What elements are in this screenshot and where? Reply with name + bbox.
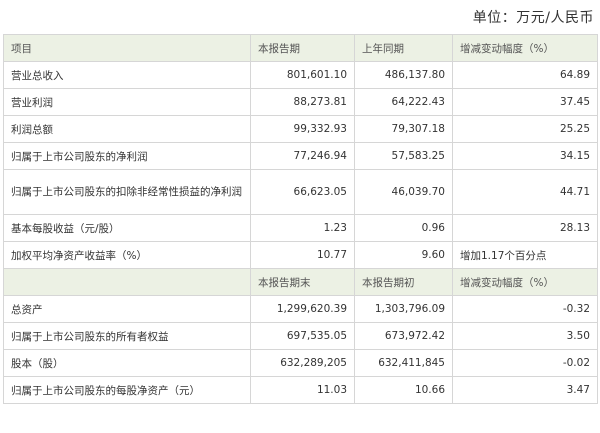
table-row: 归属于上市公司股东的扣除非经常性损益的净利润 66,623.05 46,039.…: [3, 169, 598, 215]
header-change-percent: 增减变动幅度（%）: [452, 34, 598, 62]
cell-current: 66,623.05: [250, 169, 355, 215]
table-row: 营业总收入 801,601.10 486,137.80 64.89: [3, 61, 598, 89]
cell-change: 34.15: [452, 142, 598, 170]
cell-prior: 46,039.70: [354, 169, 453, 215]
table-row: 归属于上市公司股东的净利润 77,246.94 57,583.25 34.15: [3, 142, 598, 170]
cell-current: 99,332.93: [250, 115, 355, 143]
cell-change: 28.13: [452, 214, 598, 242]
cell-change: 25.25: [452, 115, 598, 143]
row-label: 归属于上市公司股东的扣除非经常性损益的净利润: [3, 169, 251, 215]
cell-prior: 486,137.80: [354, 61, 453, 89]
table-row: 加权平均净资产收益率（%） 10.77 9.60 增加1.17个百分点: [3, 241, 598, 269]
cell-current: 77,246.94: [250, 142, 355, 170]
table-header-row: 项目 本报告期 上年同期 增减变动幅度（%）: [3, 34, 598, 62]
table-row: 营业利润 88,273.81 64,222.43 37.45: [3, 88, 598, 116]
row-label: 营业总收入: [3, 61, 251, 89]
subheader-blank: [3, 268, 251, 296]
cell-period-start: 1,303,796.09: [354, 295, 453, 323]
row-label: 加权平均净资产收益率（%）: [3, 241, 251, 269]
cell-current: 801,601.10: [250, 61, 355, 89]
cell-prior: 79,307.18: [354, 115, 453, 143]
financial-summary-table: 项目 本报告期 上年同期 增减变动幅度（%） 营业总收入 801,601.10 …: [3, 34, 598, 404]
row-label: 归属于上市公司股东的每股净资产（元）: [3, 376, 251, 404]
table-subheader-row: 本报告期末 本报告期初 增减变动幅度（%）: [3, 268, 598, 296]
cell-prior: 64,222.43: [354, 88, 453, 116]
cell-prior: 57,583.25: [354, 142, 453, 170]
cell-change: -0.02: [452, 349, 598, 377]
row-label: 归属于上市公司股东的所有者权益: [3, 322, 251, 350]
table-row: 基本每股收益（元/股） 1.23 0.96 28.13: [3, 214, 598, 242]
cell-period-start: 632,411,845: [354, 349, 453, 377]
cell-period-end: 11.03: [250, 376, 355, 404]
row-label: 股本（股）: [3, 349, 251, 377]
header-period-start: 本报告期初: [354, 268, 453, 296]
table-row: 股本（股） 632,289,205 632,411,845 -0.02: [3, 349, 598, 377]
cell-prior: 0.96: [354, 214, 453, 242]
header-current-period: 本报告期: [250, 34, 355, 62]
cell-period-end: 697,535.05: [250, 322, 355, 350]
row-label: 利润总额: [3, 115, 251, 143]
cell-change: 3.47: [452, 376, 598, 404]
cell-prior: 9.60: [354, 241, 453, 269]
row-label: 基本每股收益（元/股）: [3, 214, 251, 242]
cell-change: 3.50: [452, 322, 598, 350]
cell-change: 64.89: [452, 61, 598, 89]
header-prior-year-period: 上年同期: [354, 34, 453, 62]
header-change-percent: 增减变动幅度（%）: [452, 268, 598, 296]
row-label: 总资产: [3, 295, 251, 323]
table-row: 归属于上市公司股东的每股净资产（元） 11.03 10.66 3.47: [3, 376, 598, 404]
cell-period-end: 632,289,205: [250, 349, 355, 377]
cell-current: 10.77: [250, 241, 355, 269]
table-row: 归属于上市公司股东的所有者权益 697,535.05 673,972.42 3.…: [3, 322, 598, 350]
table-row: 利润总额 99,332.93 79,307.18 25.25: [3, 115, 598, 143]
cell-change: -0.32: [452, 295, 598, 323]
cell-current: 88,273.81: [250, 88, 355, 116]
cell-period-end: 1,299,620.39: [250, 295, 355, 323]
cell-change: 44.71: [452, 169, 598, 215]
cell-current: 1.23: [250, 214, 355, 242]
header-item: 项目: [3, 34, 251, 62]
row-label: 归属于上市公司股东的净利润: [3, 142, 251, 170]
cell-change: 增加1.17个百分点: [452, 241, 598, 269]
table-row: 总资产 1,299,620.39 1,303,796.09 -0.32: [3, 295, 598, 323]
cell-period-start: 673,972.42: [354, 322, 453, 350]
header-period-end: 本报告期末: [250, 268, 355, 296]
row-label: 营业利润: [3, 88, 251, 116]
cell-period-start: 10.66: [354, 376, 453, 404]
cell-change: 37.45: [452, 88, 598, 116]
unit-label: 单位：万元/人民币: [472, 10, 594, 26]
